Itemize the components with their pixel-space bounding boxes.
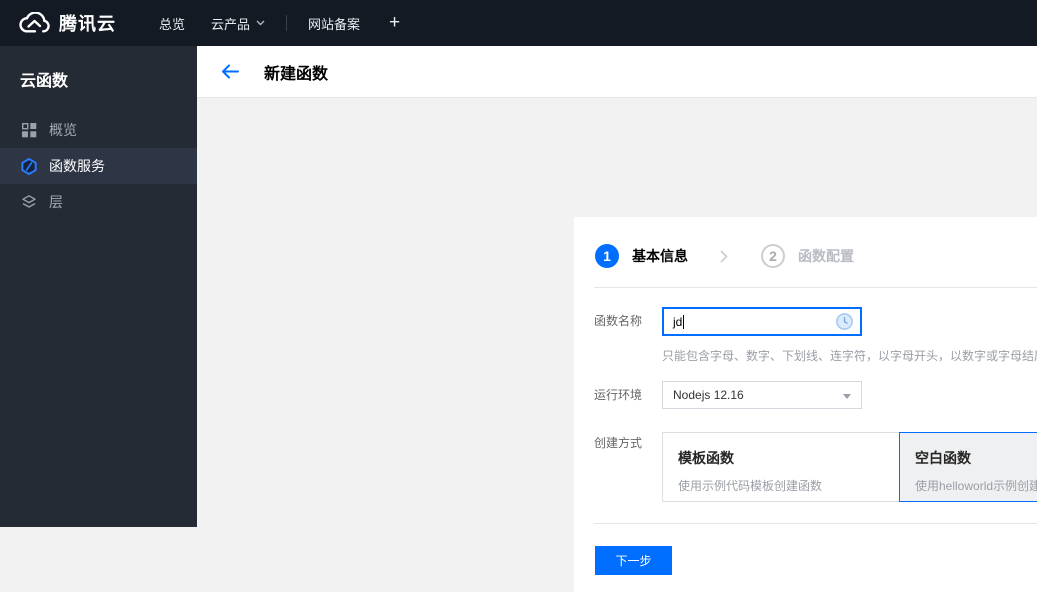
creation-method-options: 模板函数 使用示例代码模板创建函数 空白函数 使用helloworld示例创建空… [662, 432, 1037, 502]
select-caret-icon [843, 394, 851, 399]
topbar-divider [286, 15, 288, 31]
nav-website-icp[interactable]: 网站备案 [295, 0, 373, 46]
layers-icon [20, 194, 38, 210]
sidebar-item-label: 层 [49, 194, 63, 210]
option-title: 模板函数 [678, 450, 734, 466]
sidebar-item-label: 函数服务 [49, 158, 105, 174]
add-tab-button[interactable]: + [373, 0, 416, 46]
sidebar-item-label: 概览 [49, 122, 77, 138]
option-description: 使用helloworld示例创建空白函数 [915, 479, 1037, 493]
sidebar-menu: 概览 函数服务 层 [0, 112, 197, 220]
page-title: 新建函数 [264, 65, 329, 83]
sidebar-item-layers[interactable]: 层 [0, 184, 197, 220]
pending-clock-icon [836, 313, 853, 330]
step-2-circle: 2 [761, 244, 785, 268]
function-name-value: jd [673, 314, 683, 329]
page-header: 新建函数 [197, 46, 1037, 98]
back-button[interactable] [221, 64, 239, 79]
function-name-label: 函数名称 [594, 314, 643, 328]
creation-method-label: 创建方式 [594, 436, 643, 450]
sidebar: 云函数 概览 函数服务 层 [0, 46, 197, 527]
topbar: 腾讯云 总览 云产品 网站备案 + [0, 0, 1037, 46]
runtime-label: 运行环境 [594, 388, 643, 402]
option-description: 使用示例代码模板创建函数 [678, 479, 823, 493]
topbar-nav: 总览 云产品 网站备案 + [146, 0, 416, 46]
logo-text: 腾讯云 [59, 14, 116, 34]
nav-cloud-products[interactable]: 云产品 [198, 0, 278, 46]
function-name-hint: 只能包含字母、数字、下划线、连字符，以字母开头，以数字或字母结尾，2~60个字符 [662, 349, 1037, 363]
grid-icon [20, 122, 38, 138]
content-area: 1 基本信息 2 函数配置 函数名称 jd 只能包含字母、数字、下划线、连字符，… [197, 99, 1037, 592]
scf-hexagon-icon [20, 157, 38, 176]
divider [594, 523, 1037, 524]
wizard-steps: 1 基本信息 2 函数配置 [595, 244, 854, 268]
divider [594, 287, 1037, 288]
option-title: 空白函数 [915, 450, 971, 466]
cloud-logo-icon [18, 12, 50, 34]
sidebar-title: 云函数 [20, 73, 69, 90]
step-2-label: 函数配置 [798, 248, 854, 264]
step-1-circle: 1 [595, 244, 619, 268]
new-function-card: 1 基本信息 2 函数配置 函数名称 jd 只能包含字母、数字、下划线、连字符，… [574, 217, 1037, 592]
option-blank-function[interactable]: 空白函数 使用helloworld示例创建空白函数 [899, 432, 1037, 502]
back-arrow-icon [221, 64, 239, 79]
runtime-selected-value: Nodejs 12.16 [673, 388, 744, 402]
text-caret [683, 314, 685, 329]
sidebar-item-function-service[interactable]: 函数服务 [0, 148, 197, 184]
step-chevron-icon [720, 249, 728, 263]
chevron-down-icon [256, 20, 265, 26]
step-1-label: 基本信息 [632, 248, 688, 264]
function-name-input[interactable]: jd [662, 307, 862, 336]
next-step-button[interactable]: 下一步 [595, 546, 672, 575]
tencent-cloud-logo[interactable]: 腾讯云 [18, 10, 116, 36]
nav-overview[interactable]: 总览 [146, 0, 198, 46]
runtime-select[interactable]: Nodejs 12.16 [662, 381, 862, 409]
sidebar-item-overview[interactable]: 概览 [0, 112, 197, 148]
option-template-function[interactable]: 模板函数 使用示例代码模板创建函数 [662, 432, 900, 502]
